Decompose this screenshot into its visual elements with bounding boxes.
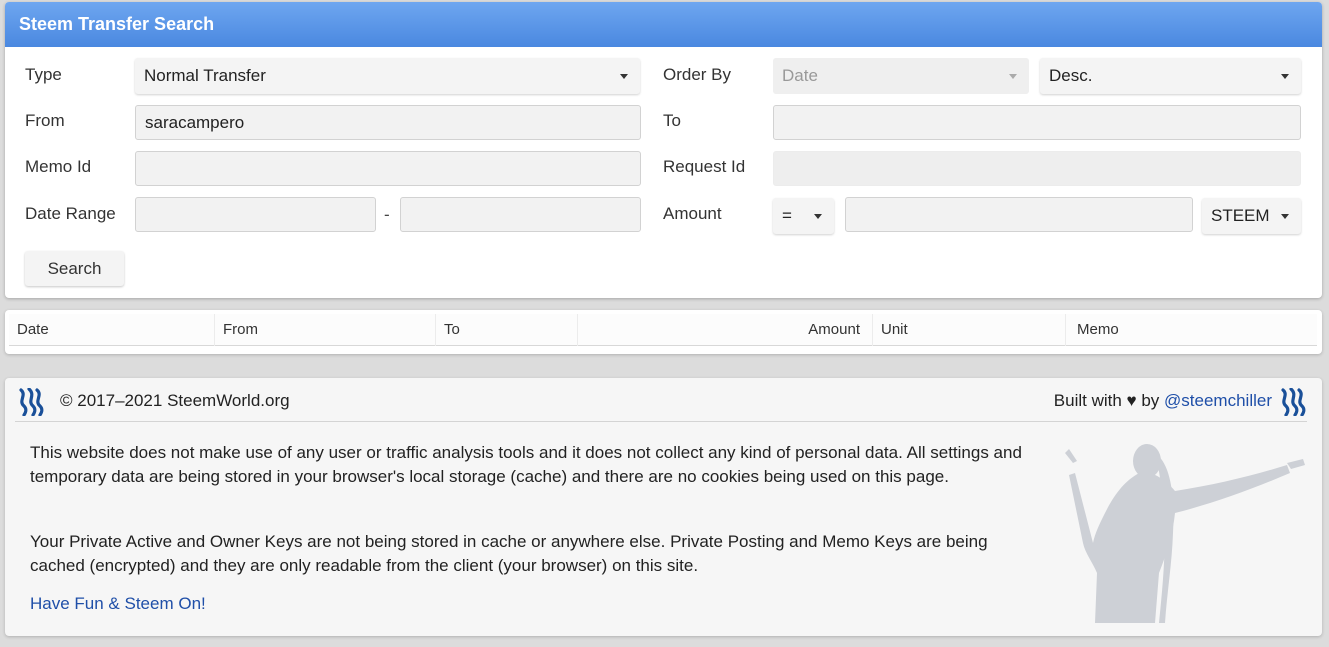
date-range-separator: -	[384, 205, 390, 224]
memo-id-input[interactable]	[135, 151, 641, 186]
column-header-date[interactable]: Date	[9, 314, 215, 346]
amount-input[interactable]	[845, 197, 1193, 232]
from-input[interactable]: saracampero	[135, 105, 641, 140]
order-by-label: Order By	[663, 65, 732, 84]
request-id-input[interactable]	[773, 151, 1301, 186]
results-table-header: Date From To Amount Unit Memo	[9, 314, 1317, 346]
column-header-to[interactable]: To	[436, 314, 578, 346]
order-by-value: Date	[782, 66, 818, 85]
to-label: To	[663, 111, 681, 130]
unit-select-value: STEEM	[1211, 206, 1270, 225]
column-header-memo[interactable]: Memo	[1066, 314, 1317, 346]
amount-label: Amount	[663, 204, 722, 223]
have-fun-text: Have Fun & Steem On!	[30, 594, 206, 613]
steem-logo-icon	[1281, 388, 1306, 416]
chevron-down-icon	[620, 74, 628, 79]
keys-paragraph: Your Private Active and Owner Keys are n…	[30, 532, 988, 575]
copyright-text: © 2017–2021 SteemWorld.org	[60, 391, 290, 410]
built-with-label: Built with ♥ by	[1053, 391, 1160, 410]
silhouette-image	[1065, 444, 1305, 623]
built-with-text: Built with ♥ by @steemchiller	[1054, 391, 1272, 411]
footer: © 2017–2021 SteemWorld.org Built with ♥ …	[5, 378, 1322, 636]
chevron-down-icon	[814, 214, 822, 219]
type-label: Type	[25, 65, 62, 84]
type-select-value: Normal Transfer	[144, 66, 266, 85]
from-input-value: saracampero	[145, 113, 245, 132]
panel-title: Steem Transfer Search	[5, 2, 1322, 47]
search-panel: Steem Transfer Search Type From Memo Id …	[5, 2, 1322, 298]
date-to-input[interactable]	[400, 197, 641, 232]
request-id-label: Request Id	[663, 157, 746, 176]
results-table: Date From To Amount Unit Memo	[5, 310, 1322, 354]
privacy-paragraph: This website does not make use of any us…	[30, 443, 1022, 486]
from-label: From	[25, 111, 65, 130]
column-header-unit[interactable]: Unit	[873, 314, 1066, 346]
order-direction-value: Desc.	[1049, 66, 1093, 85]
memo-id-label: Memo Id	[25, 157, 92, 176]
amount-operator-select[interactable]: =	[773, 198, 834, 234]
date-from-input[interactable]	[135, 197, 376, 232]
column-header-amount[interactable]: Amount	[578, 314, 873, 346]
amount-operator-value: =	[782, 206, 792, 225]
column-header-from[interactable]: From	[215, 314, 436, 346]
steem-logo-icon	[19, 388, 44, 416]
type-select[interactable]: Normal Transfer	[135, 58, 640, 94]
chevron-down-icon	[1009, 74, 1017, 79]
order-by-select[interactable]: Date	[773, 58, 1029, 94]
footer-top-bar: © 2017–2021 SteemWorld.org Built with ♥ …	[15, 378, 1307, 422]
date-range-label: Date Range	[25, 204, 116, 223]
order-direction-select[interactable]: Desc.	[1040, 58, 1301, 94]
author-link[interactable]: @steemchiller	[1164, 391, 1272, 410]
search-button[interactable]: Search	[25, 251, 124, 286]
chevron-down-icon	[1281, 74, 1289, 79]
to-input[interactable]	[773, 105, 1301, 140]
chevron-down-icon	[1281, 214, 1289, 219]
unit-select[interactable]: STEEM	[1202, 198, 1301, 234]
